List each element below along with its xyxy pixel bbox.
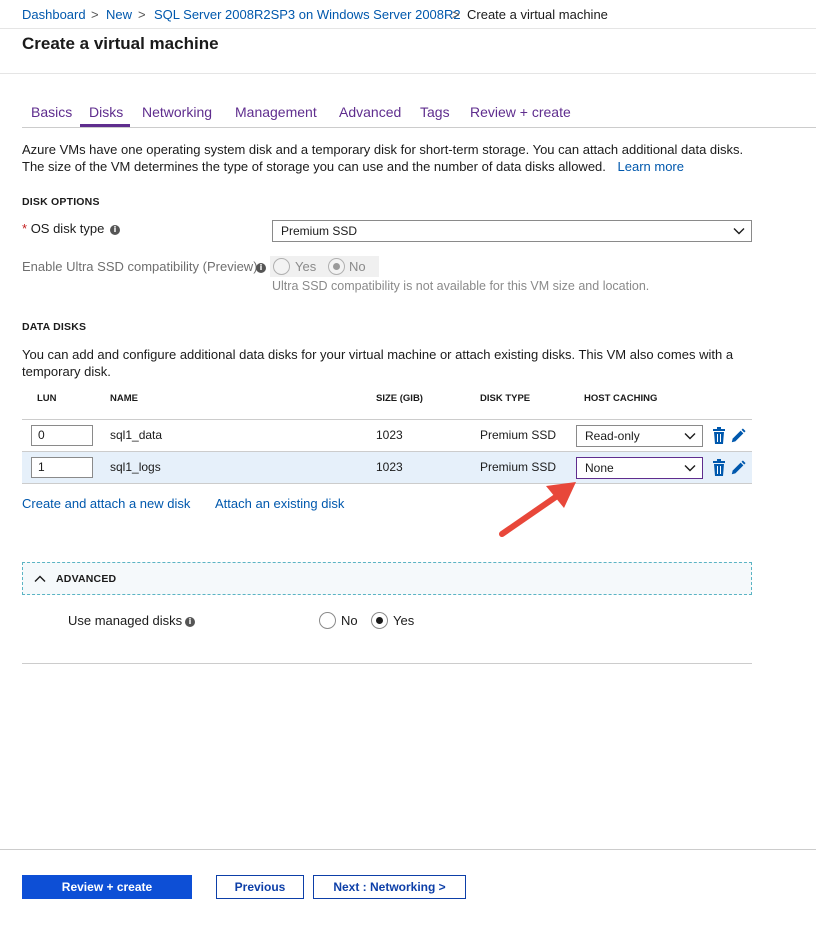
title-divider [0,73,816,74]
column-header-lun: LUN [37,393,57,404]
ultra-ssd-no-radio[interactable] [328,258,345,275]
managed-disks-no-label: No [341,613,358,628]
column-header-name: NAME [110,393,138,404]
pencil-icon[interactable] [730,459,746,477]
tabs-divider [22,127,816,128]
create-new-disk-link[interactable]: Create and attach a new disk [22,496,190,511]
intro-line-2-wrap: The size of the VM determines the type o… [22,158,684,175]
managed-disks-no-radio[interactable] [319,612,336,629]
breadcrumb-new[interactable]: New [106,7,132,22]
host-caching-select[interactable]: None [576,457,703,479]
column-header-host-caching: HOST CACHING [584,393,658,404]
disk-size: 1023 [376,428,403,442]
arrow-annotation [499,482,576,537]
chevron-up-icon[interactable] [34,573,46,585]
disk-type: Premium SSD [480,428,557,442]
column-header-disk-type: DISK TYPE [480,393,531,404]
next-networking-button[interactable]: Next : Networking > [313,875,466,899]
chevron-down-icon [684,465,696,472]
intro-line-2: The size of the VM determines the type o… [22,159,606,174]
tab-advanced[interactable]: Advanced [339,104,401,120]
data-disks-desc-1: You can add and configure additional dat… [22,347,734,362]
tab-basics[interactable]: Basics [31,104,72,120]
host-caching-select[interactable]: Read-only [576,425,703,447]
footer-divider [0,849,816,850]
breadcrumb-sql-server[interactable]: SQL Server 2008R2SP3 on Windows Server 2… [154,7,461,22]
ultra-ssd-yes-radio[interactable] [273,258,290,275]
data-disks-heading: DATA DISKS [22,321,87,333]
pencil-icon[interactable] [730,427,746,445]
ultra-ssd-label: Enable Ultra SSD compatibility (Preview) [22,259,258,274]
chevron-right-icon: > [138,7,146,22]
column-header-size: SIZE (GIB) [376,393,423,404]
required-marker: * [22,221,28,236]
tab-review-create[interactable]: Review + create [470,104,571,120]
advanced-section-toggle[interactable] [22,562,752,595]
attach-existing-disk-link[interactable]: Attach an existing disk [215,496,344,511]
advanced-heading: ADVANCED [56,573,117,585]
info-icon[interactable]: i [256,263,266,273]
managed-disks-yes-label: Yes [393,613,415,628]
chevron-down-icon [684,433,696,440]
trash-icon[interactable] [711,459,727,477]
os-disk-type-text: OS disk type [30,221,105,236]
info-icon[interactable]: i [110,225,120,235]
row-divider [22,483,752,484]
os-disk-type-select[interactable]: Premium SSD [272,220,752,242]
disk-name: sql1_logs [110,460,161,474]
os-disk-type-label: * OS disk type [22,221,104,236]
info-icon[interactable]: i [185,617,195,627]
host-caching-value: Read-only [585,429,640,443]
lun-input[interactable]: 0 [31,425,93,446]
managed-disks-label: Use managed disks [68,613,183,628]
tab-networking[interactable]: Networking [142,104,212,120]
learn-more-link[interactable]: Learn more [618,159,684,174]
tab-disks[interactable]: Disks [89,104,123,120]
ultra-ssd-note: Ultra SSD compatibility is not available… [272,279,650,293]
breadcrumb: Dashboard > New > SQL Server 2008R2SP3 o… [0,0,816,29]
review-create-button[interactable]: Review + create [22,875,192,899]
disk-options-heading: DISK OPTIONS [22,196,100,208]
tab-tags[interactable]: Tags [420,104,450,120]
breadcrumb-current: Create a virtual machine [467,7,608,22]
previous-button[interactable]: Previous [216,875,304,899]
ultra-ssd-no-label: No [349,259,366,274]
ultra-ssd-yes-label: Yes [295,259,317,274]
host-caching-value: None [585,461,614,475]
disk-type: Premium SSD [480,460,557,474]
breadcrumb-dashboard[interactable]: Dashboard [22,7,86,22]
page-title: Create a virtual machine [22,34,219,53]
chevron-right-icon: > [452,7,460,22]
disk-size: 1023 [376,460,403,474]
os-disk-type-value: Premium SSD [281,224,358,238]
intro-line-1: Azure VMs have one operating system disk… [22,142,744,157]
chevron-down-icon [733,228,745,235]
trash-icon[interactable] [711,427,727,445]
advanced-divider [22,663,752,664]
managed-disks-yes-radio[interactable] [371,612,388,629]
tab-management[interactable]: Management [235,104,317,120]
disk-name: sql1_data [110,428,163,442]
chevron-right-icon: > [91,7,99,22]
lun-input[interactable]: 1 [31,457,93,478]
data-disks-desc-2: temporary disk. [22,364,111,379]
